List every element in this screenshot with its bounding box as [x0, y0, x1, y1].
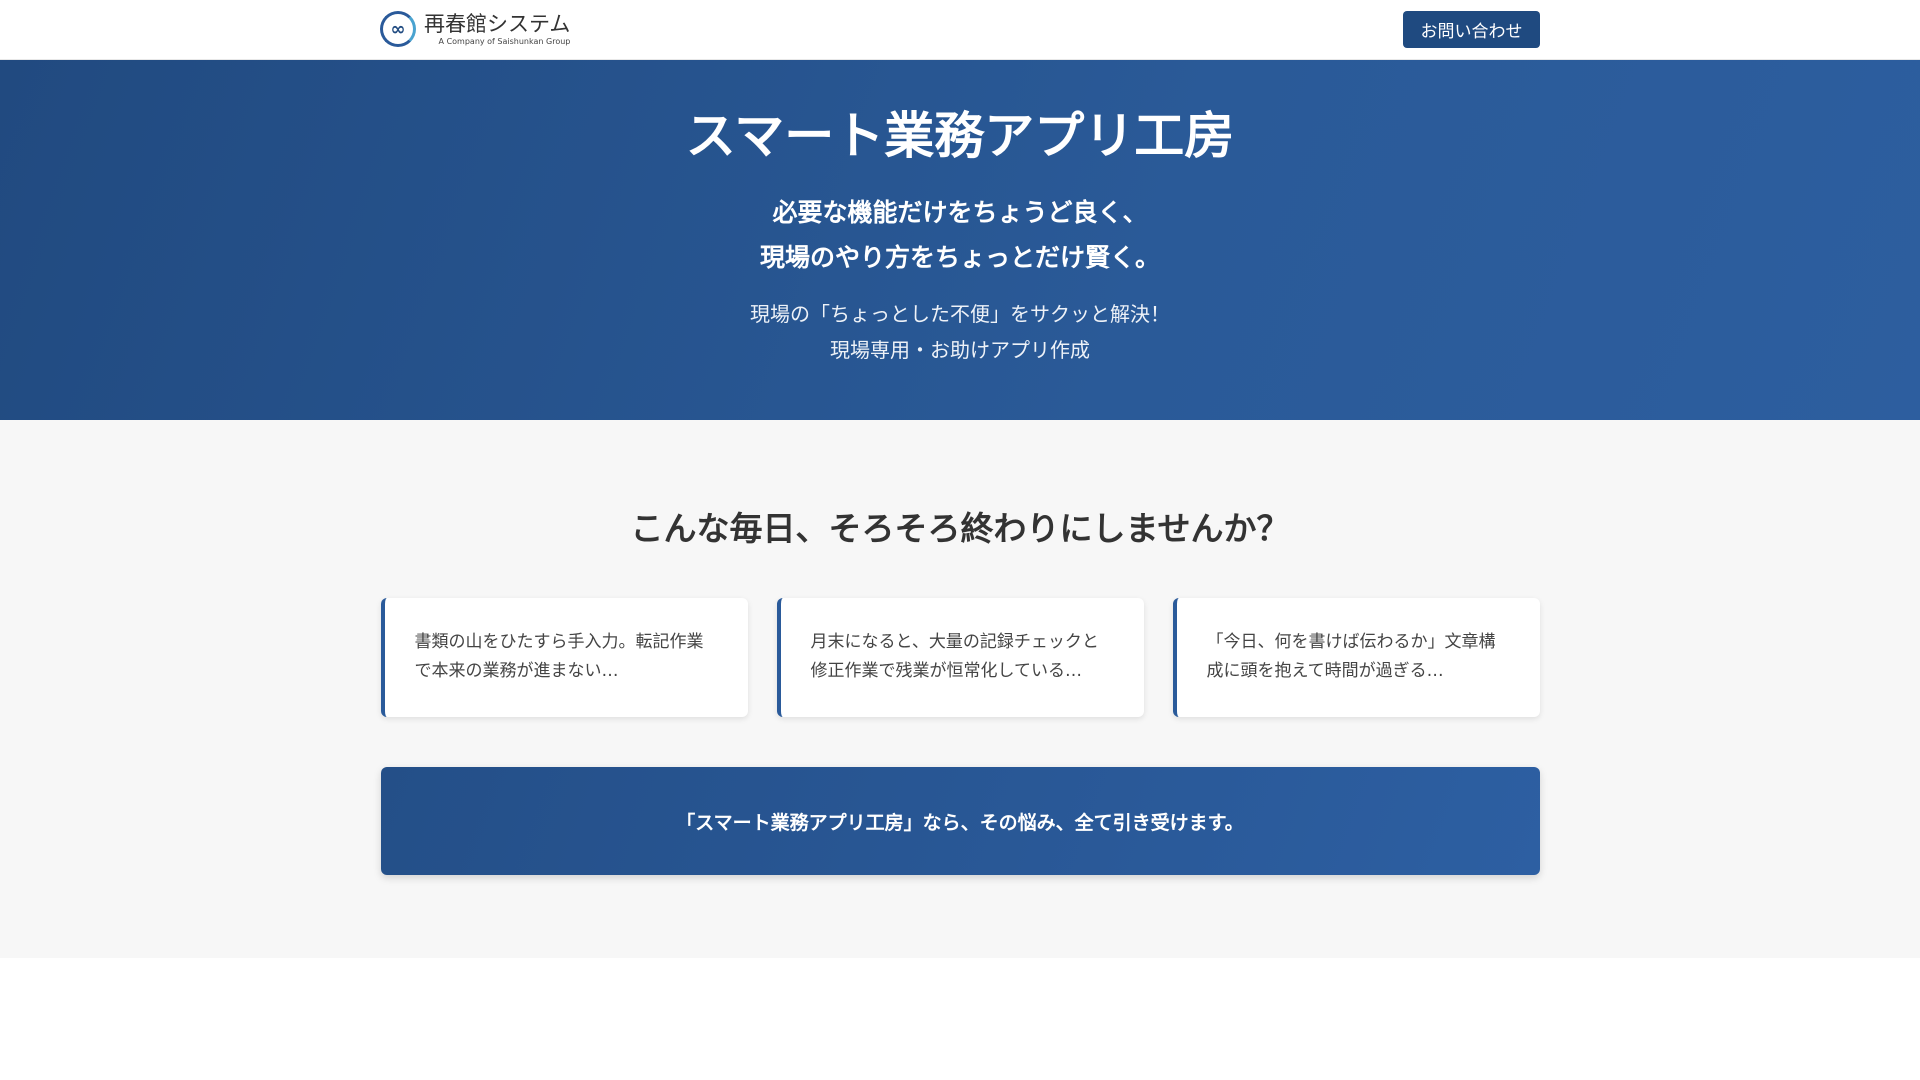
hero-description-line: 現場の「ちょっとした不便」をサクッと解決！ [750, 302, 1170, 326]
hero-title: スマート業務アプリ工房 [685, 107, 1235, 165]
problem-card: 月末になると、大量の記録チェックと修正作業で残業が恒常化している… [776, 598, 1144, 717]
hero: スマート業務アプリ工房 必要な機能だけをちょうど良く、 現場のやり方をちょっとだ… [0, 60, 1920, 420]
hero-tagline-line: 現場のやり方をちょっとだけ賢く。 [759, 243, 1160, 272]
logo[interactable]: ∞ 再春館システム A Company of Saishunkan Group [380, 11, 570, 47]
hero-tagline-line: 必要な機能だけをちょうど良く、 [772, 198, 1148, 227]
section-heading: こんな毎日、そろそろ終わりにしませんか？ [630, 509, 1290, 548]
problem-card: 「今日、何を書けば伝わるか」文章構成に頭を抱えて時間が過ぎる… [1172, 598, 1540, 717]
problems-section: こんな毎日、そろそろ終わりにしませんか？ 書類の山をひたすら手入力。転記作業で本… [0, 420, 1920, 958]
problem-card: 書類の山をひたすら手入力。転記作業で本来の業務が進まない… [380, 598, 748, 717]
logo-name: 再春館システム [424, 11, 571, 36]
hero-description-line: 現場専用・お助けアプリ作成 [830, 338, 1090, 362]
solution-banner: 「スマート業務アプリ工房」なら、その悩み、全て引き受けます。 [380, 767, 1540, 875]
site-header: ∞ 再春館システム A Company of Saishunkan Group … [0, 0, 1920, 60]
contact-button[interactable]: お問い合わせ [1403, 11, 1540, 48]
logo-subtitle: A Company of Saishunkan Group [438, 36, 571, 46]
infinity-logo-icon: ∞ [380, 11, 416, 47]
